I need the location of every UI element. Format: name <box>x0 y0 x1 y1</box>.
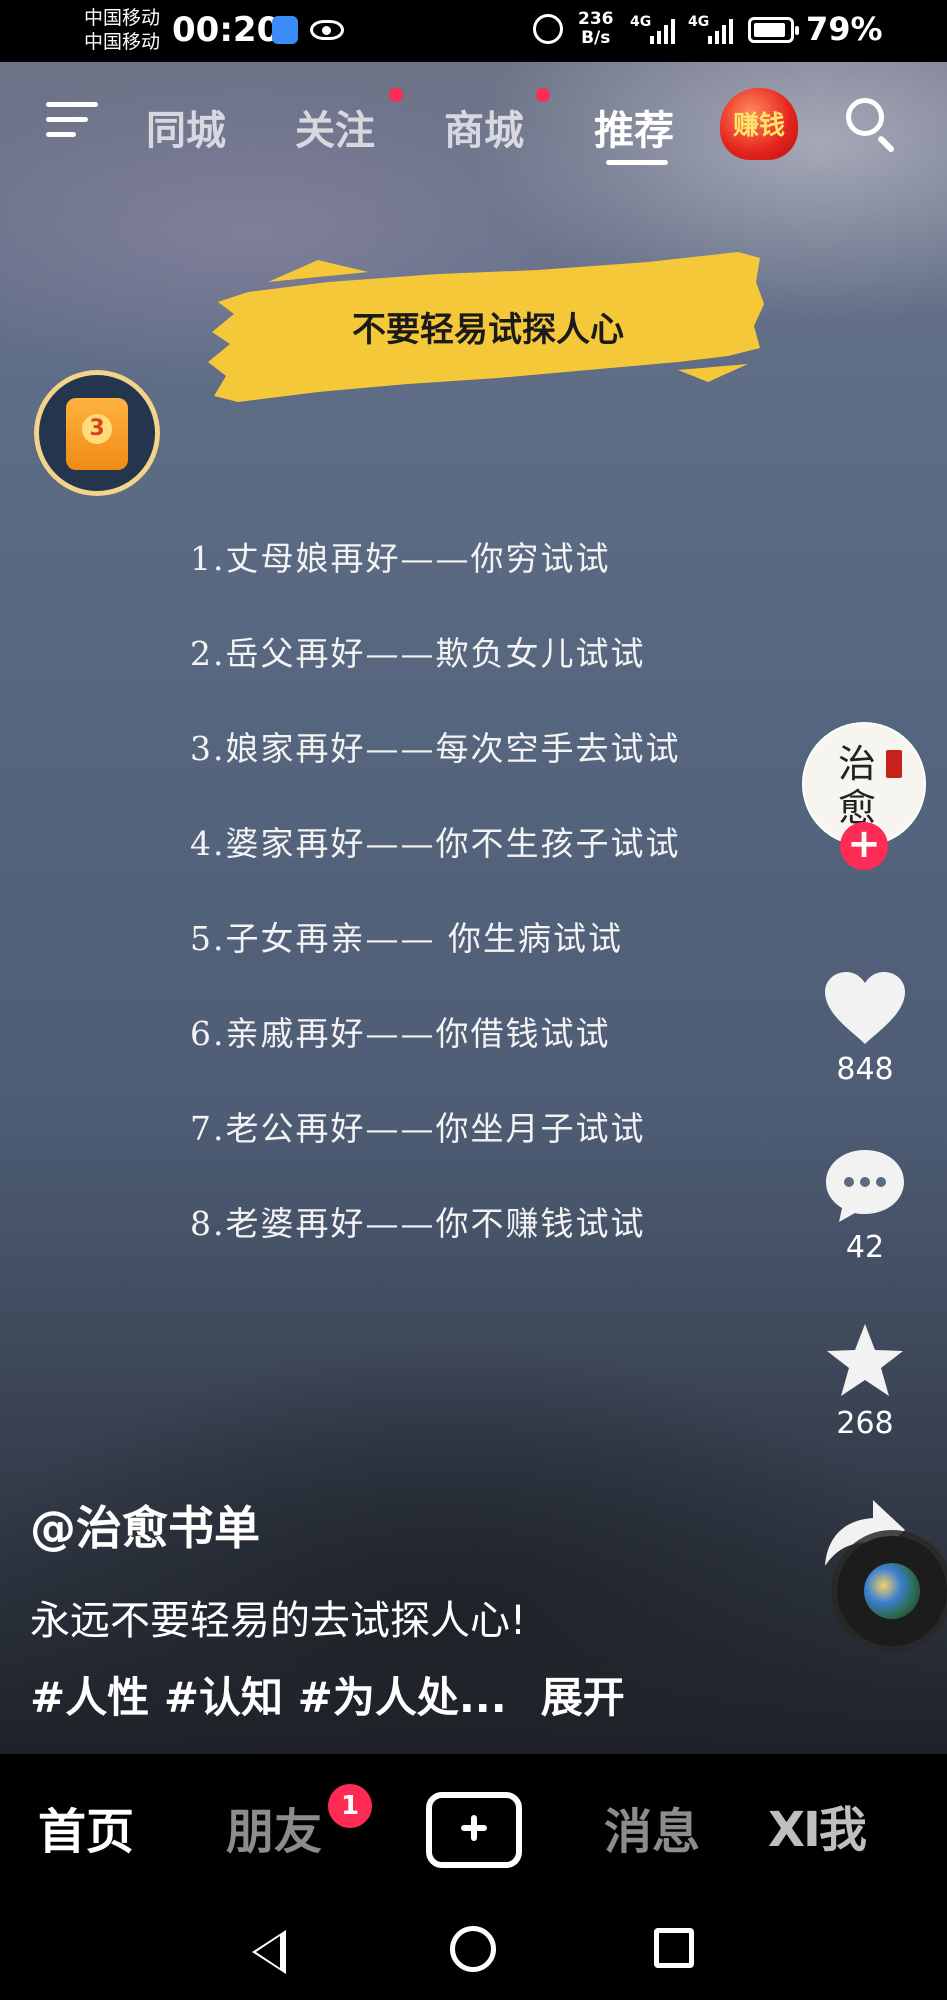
list-item: 7.老公再好——你坐月子试试 <box>190 1109 646 1148</box>
eye-comfort-icon <box>310 20 344 40</box>
carrier-1: 中国移动 <box>84 7 161 29</box>
watermark-text: XI <box>768 1802 821 1858</box>
nav-friends[interactable]: 朋友 <box>226 1792 322 1862</box>
network-type-2: 4G <box>688 14 710 30</box>
signal-bars-1-icon <box>650 18 675 44</box>
favorite-count: 268 <box>836 1406 894 1441</box>
battery-percent: 79% <box>806 10 883 48</box>
heart-icon <box>825 972 905 1044</box>
star-icon <box>827 1324 903 1396</box>
list-item: 3.娘家再好——每次空手去试试 <box>190 729 681 768</box>
mall-notification-dot <box>536 88 550 102</box>
back-icon[interactable] <box>252 1930 286 1974</box>
nav-home[interactable]: 首页 <box>38 1792 134 1862</box>
comment-icon <box>826 1150 904 1222</box>
menu-icon[interactable] <box>46 100 98 140</box>
avatar-calligraphy: 治愈 <box>837 742 876 830</box>
list-item: 5.子女再亲—— 你生病试试 <box>190 919 623 958</box>
list-item: 1.丈母娘再好——你穷试试 <box>190 539 611 578</box>
status-bar: 中国移动 中国移动 00:20 236 B/s 4G 4G 79% <box>0 0 947 62</box>
tab-mall[interactable]: 商城 <box>444 98 524 156</box>
recent-apps-icon[interactable] <box>654 1928 694 1968</box>
battery-icon <box>748 17 799 43</box>
like-count: 848 <box>836 1052 894 1087</box>
alarm-icon <box>533 14 563 44</box>
music-cover-image <box>864 1563 920 1619</box>
tab-following[interactable]: 关注 <box>295 98 375 156</box>
network-type-1: 4G <box>630 14 652 30</box>
active-tab-indicator <box>606 160 668 165</box>
like-button[interactable]: 848 <box>800 970 930 1087</box>
network-speed-value: 236 <box>578 9 614 29</box>
hashtag-list[interactable]: #人性 #认知 #为人处... <box>30 1673 507 1722</box>
search-icon[interactable] <box>846 98 900 152</box>
avatar-seal-icon <box>886 750 902 778</box>
home-icon[interactable] <box>450 1926 496 1972</box>
music-disc[interactable] <box>837 1536 947 1646</box>
earn-money-button[interactable]: 赚钱 <box>720 88 798 160</box>
red-packet-count: 3 <box>82 414 112 444</box>
favorite-button[interactable]: 268 <box>800 1322 930 1441</box>
bottom-nav: 首页 朋友 1 消息 XI我 <box>0 1754 947 1892</box>
expand-button[interactable]: 展开 <box>541 1673 625 1722</box>
comment-count: 42 <box>845 1230 885 1265</box>
signal-bars-2-icon <box>708 18 733 44</box>
content-title: 不要轻易试探人心 <box>352 310 624 350</box>
list-item: 2.岳父再好——欺负女儿试试 <box>190 634 646 673</box>
nav-messages[interactable]: 消息 <box>604 1792 700 1862</box>
red-envelope-icon: 3 <box>66 398 128 470</box>
video-description: 永远不要轻易的去试探人心! <box>30 1598 527 1644</box>
tab-nearby[interactable]: 同城 <box>146 98 226 156</box>
hashtags: #人性 #认知 #为人处... 展开 <box>30 1664 625 1725</box>
follow-button[interactable]: + <box>840 822 888 870</box>
friends-badge: 1 <box>328 1784 372 1828</box>
security-shield-icon <box>272 16 298 44</box>
publish-button[interactable] <box>426 1792 522 1868</box>
clock: 00:20 <box>172 10 281 50</box>
system-nav-bar <box>0 1892 947 2000</box>
top-nav: 同城 关注 商城 推荐 赚钱 <box>0 62 947 192</box>
nav-me[interactable]: XI我 <box>768 1790 867 1860</box>
tab-recommend[interactable]: 推荐 <box>594 98 674 156</box>
red-packet-widget[interactable]: 3 <box>34 370 160 496</box>
list-item: 6.亲戚再好——你借钱试试 <box>190 1014 611 1053</box>
network-speed-unit: B/s <box>581 28 611 48</box>
nav-me-label: 我 <box>818 1802 867 1858</box>
carrier-labels: 中国移动 中国移动 <box>84 6 160 54</box>
list-item: 4.婆家再好——你不生孩子试试 <box>190 824 681 863</box>
comment-button[interactable]: 42 <box>800 1146 930 1265</box>
author-name[interactable]: @治愈书单 <box>30 1492 260 1558</box>
list-item: 8.老婆再好——你不赚钱试试 <box>190 1204 646 1243</box>
video-player[interactable]: 同城 关注 商城 推荐 赚钱 不要轻易试探人心 3 1.丈母娘再好——你穷试试 … <box>0 62 947 1754</box>
carrier-2: 中国移动 <box>84 31 161 53</box>
following-notification-dot <box>389 88 403 102</box>
network-speed: 236 B/s <box>578 10 614 48</box>
